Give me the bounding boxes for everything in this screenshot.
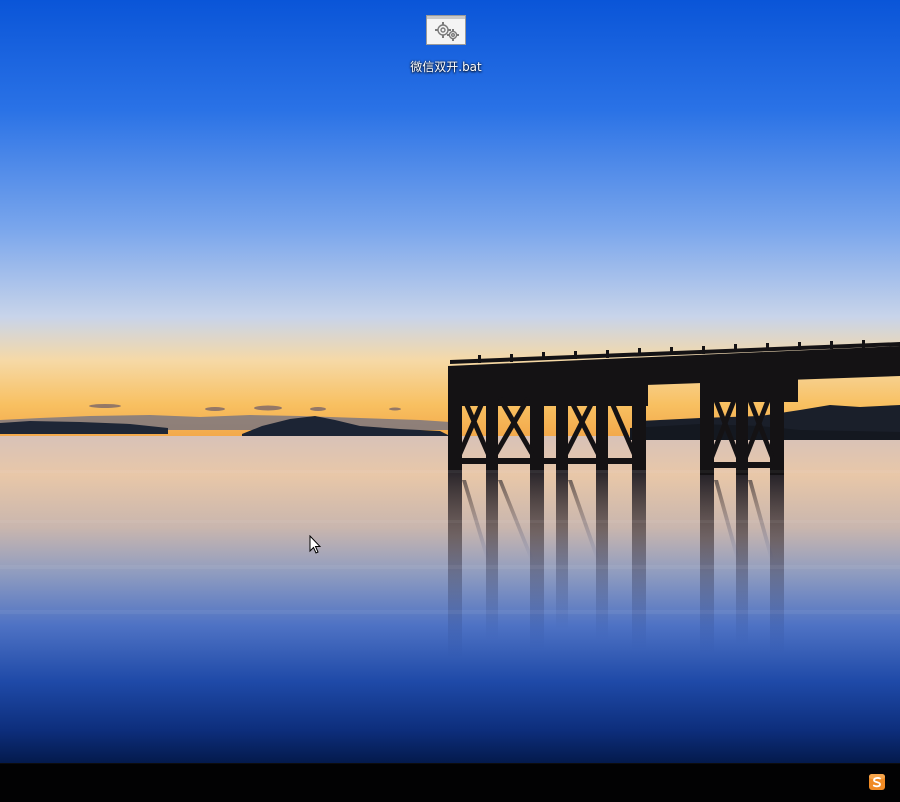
desktop[interactable]: 微信双开.bat [0,0,900,763]
mouse-pointer-icon [309,535,321,554]
taskbar [0,763,900,802]
wallpaper-image [0,0,900,763]
sogou-input-method-icon[interactable] [868,773,886,791]
desktop-file-label[interactable]: 微信双开.bat [410,60,482,74]
batch-file-gears-icon [426,15,466,45]
desktop-file-icon[interactable]: 微信双开.bat [402,10,490,80]
